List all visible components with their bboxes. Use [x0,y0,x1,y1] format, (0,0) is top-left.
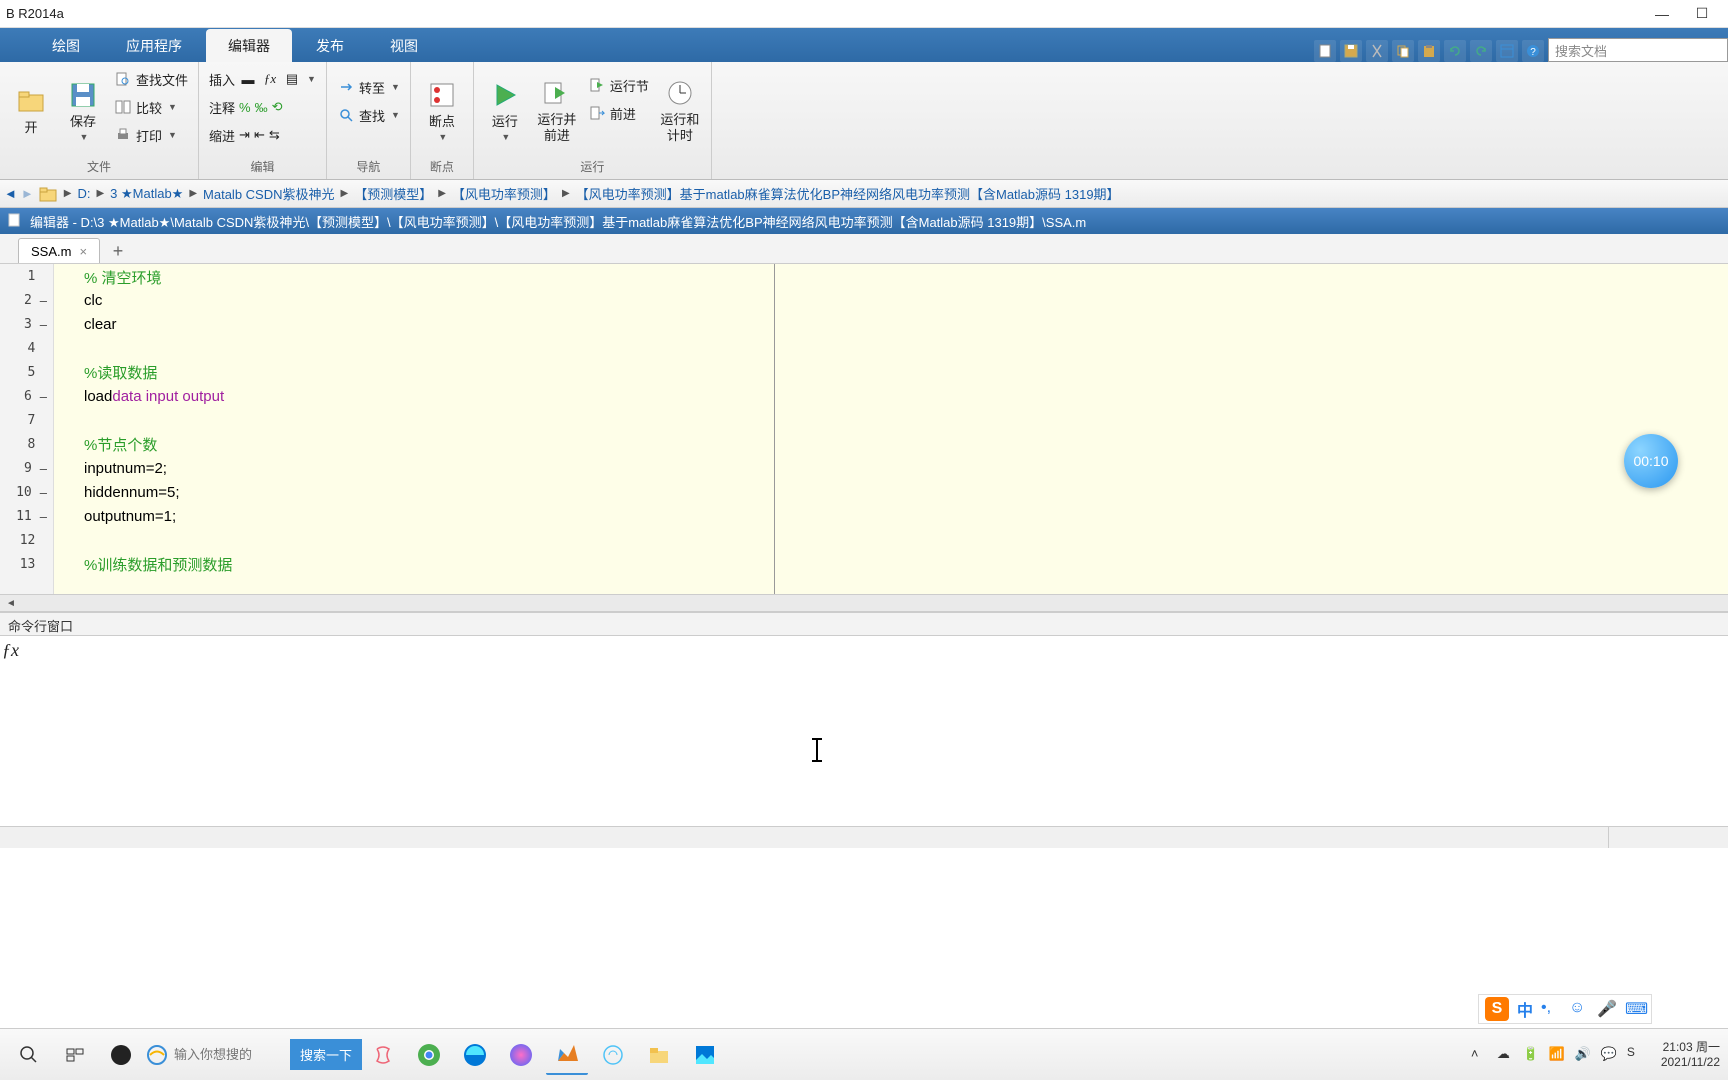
status-bar [0,826,1728,848]
qat-new-icon[interactable] [1314,40,1336,62]
browser-icon[interactable] [500,1035,542,1075]
print-button[interactable]: 打印▼ [112,122,190,148]
sogou-icon[interactable]: S [1485,997,1509,1021]
line-gutter: 1 2– 3– 4 5 6– 7 8 9– 10– 11– 12 13 [0,264,54,594]
ribbon: 开 保存▼ 查找文件 比较▼ 打印▼ 文件 插入 ▬ ƒx ▤▼ 注释 % ‰ … [0,62,1728,180]
ime-keyboard-icon[interactable]: ⌨ [1625,999,1645,1019]
qat-save-icon[interactable] [1340,40,1362,62]
timer-badge[interactable]: 00:10 [1624,434,1678,488]
advance-button[interactable]: 前进 [586,100,651,126]
group-nav-label: 导航 [335,156,402,177]
find-button[interactable]: 查找▼ [335,102,402,128]
tray-sogou-icon[interactable]: S [1627,1045,1647,1065]
insert-button[interactable]: 插入 ▬ ƒx ▤▼ [207,66,318,92]
ime-punct-icon[interactable]: •, [1541,999,1561,1019]
edge-icon[interactable] [454,1035,496,1075]
tray-notify-icon[interactable]: 💬 [1601,1046,1619,1064]
app-title: B R2014a [6,6,64,21]
ime-emoji-icon[interactable]: ☺ [1569,999,1589,1019]
forward-icon[interactable]: ► [21,186,34,201]
address-bar[interactable]: ◄ ► ▶D: ▶3 ★Matlab★ ▶Matalb CSDN紫极神光 ▶【预… [0,180,1728,208]
tray-chevron-icon[interactable]: ˄ [1471,1046,1489,1064]
qat-cut-icon[interactable] [1366,40,1388,62]
compare-button[interactable]: 比较▼ [112,94,190,120]
tray-volume-icon[interactable]: 🔊 [1575,1046,1593,1064]
close-tab-icon[interactable]: × [79,244,87,259]
editor-titlebar: 编辑器 - D:\3 ★Matlab★\Matalb CSDN紫极神光\【预测模… [0,208,1728,234]
goto-button[interactable]: 转至▼ [335,74,402,100]
run-button[interactable]: 运行▼ [482,66,528,154]
breakpoints-button[interactable]: 断点▼ [419,66,465,154]
group-edit-label: 编辑 [207,156,318,177]
photos-icon[interactable] [684,1035,726,1075]
clock[interactable]: 21:03 周一 2021/11/22 [1661,1040,1720,1069]
ime-toolbar[interactable]: S 中 •, ☺ 🎤 ⌨ [1478,994,1652,1024]
maximize-button[interactable]: ☐ [1682,2,1722,26]
indent-button[interactable]: 缩进 ⇥ ⇤ ⇆ [207,122,318,148]
group-run-label: 运行 [482,156,703,177]
svg-text:?: ? [1530,47,1536,58]
tab-editor[interactable]: 编辑器 [206,29,292,62]
new-tab-button[interactable]: + [104,239,132,263]
save-button[interactable]: 保存▼ [60,66,106,154]
folder-icon[interactable] [38,184,58,204]
group-file-label: 文件 [8,156,190,177]
tab-publish[interactable]: 发布 [294,29,366,62]
tab-view[interactable]: 视图 [368,29,440,62]
comment-button[interactable]: 注释 % ‰ ⟲ [207,94,318,120]
command-window[interactable]: ƒx [0,636,1728,826]
command-window-header: 命令行窗口 [0,612,1728,636]
taskbar-search-input[interactable] [174,1047,284,1062]
fx-icon: ƒx [261,70,279,88]
tab-plot[interactable]: 绘图 [30,29,102,62]
app-icon-2[interactable] [592,1035,634,1075]
ime-voice-icon[interactable]: 🎤 [1597,999,1617,1019]
qat-paste-icon[interactable] [1418,40,1440,62]
search-docs-input[interactable]: 搜索文档 [1548,38,1728,62]
qat-help-icon[interactable]: ? [1522,40,1544,62]
qat-undo-icon[interactable] [1444,40,1466,62]
app-icon-1[interactable] [362,1035,404,1075]
fx-prompt-icon: ƒx [0,636,28,826]
tab-apps[interactable]: 应用程序 [104,29,204,62]
matlab-icon[interactable] [546,1035,588,1075]
tray-onedrive-icon[interactable]: ☁ [1497,1046,1515,1064]
text-cursor [816,738,818,762]
tray-wifi-icon[interactable]: 📶 [1549,1046,1567,1064]
main-tabstrip: 绘图 应用程序 编辑器 发布 视图 ? 搜索文档 [0,28,1728,62]
taskbar-search-button[interactable]: 搜索一下 [290,1039,362,1070]
find-files-button[interactable]: 查找文件 [112,66,190,92]
code-editor[interactable]: 1 2– 3– 4 5 6– 7 8 9– 10– 11– 12 13 % 清空… [0,264,1728,594]
qat-copy-icon[interactable] [1392,40,1414,62]
tray-battery-icon[interactable]: 🔋 [1523,1046,1541,1064]
ime-language[interactable]: 中 [1517,997,1533,1021]
file-tabstrip: SSA.m × + [0,234,1728,264]
ie-icon [146,1044,168,1066]
editor-file-icon [6,212,24,230]
run-advance-button[interactable]: 运行并 前进 [534,66,580,154]
horizontal-scrollbar[interactable]: ◄ [0,594,1728,612]
run-time-button[interactable]: 运行和 计时 [657,66,703,154]
minimize-button[interactable]: — [1642,2,1682,26]
run-section-button[interactable]: 运行节 [586,72,651,98]
system-tray[interactable]: ˄ ☁ 🔋 📶 🔊 💬 S 21:03 周一 2021/11/22 [1471,1040,1720,1069]
explorer-icon[interactable] [638,1035,680,1075]
file-tab-ssa[interactable]: SSA.m × [18,238,100,263]
chrome-icon[interactable] [408,1035,450,1075]
taskview-icon[interactable] [54,1035,96,1075]
qat-redo-icon[interactable] [1470,40,1492,62]
group-bp-label: 断点 [419,156,465,177]
taskbar-search[interactable] [146,1044,284,1066]
obs-icon[interactable] [100,1035,142,1075]
open-button[interactable]: 开 [8,66,54,154]
back-icon[interactable]: ◄ [4,186,17,201]
qat-layout-icon[interactable] [1496,40,1518,62]
search-icon[interactable] [8,1035,50,1075]
taskbar: 搜索一下 ˄ ☁ 🔋 📶 🔊 💬 S 21:03 周一 2021/11/22 [0,1028,1728,1080]
